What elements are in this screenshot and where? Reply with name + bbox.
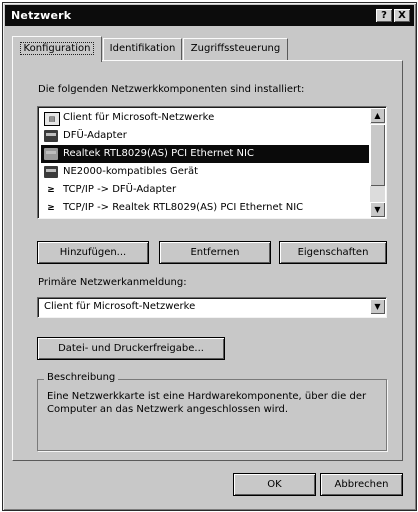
primary-logon-value: Client für Microsoft-Netzwerke [44, 301, 196, 312]
scroll-down-icon[interactable]: ▼ [370, 202, 385, 217]
list-item-label: Client für Microsoft-Netzwerke [63, 112, 215, 123]
file-printer-sharing-button[interactable]: Datei- und Druckerfreigabe... [37, 337, 225, 360]
tab-konfiguration[interactable]: Konfiguration [12, 36, 102, 62]
tab-zugriffssteuerung[interactable]: Zugriffssteuerung [183, 38, 288, 61]
properties-button[interactable]: Eigenschaften [279, 241, 387, 264]
network-card-icon [44, 166, 58, 178]
remove-button[interactable]: Entfernen [159, 241, 271, 264]
ok-button[interactable]: OK [233, 473, 316, 496]
cancel-button[interactable]: Abbrechen [320, 473, 403, 496]
protocol-icon: ≥ [47, 203, 55, 213]
protocol-icon: ≥ [47, 185, 55, 195]
list-item[interactable]: DFÜ-Adapter [41, 127, 369, 145]
description-legend: Beschreibung [44, 372, 119, 383]
tab-label: Konfiguration [19, 42, 95, 55]
list-item-selected[interactable]: Realtek RTL8029(AS) PCI Ethernet NIC [41, 145, 369, 163]
help-button[interactable]: ? [376, 9, 392, 22]
primary-logon-label: Primäre Netzwerkanmeldung: [38, 277, 187, 288]
primary-logon-select[interactable]: Client für Microsoft-Netzwerke ▼ [37, 297, 387, 318]
scroll-thumb[interactable] [370, 124, 385, 186]
list-item-label: DFÜ-Adapter [63, 130, 127, 141]
list-item[interactable]: ≥ TCP/IP -> Realtek RTL8029(AS) PCI Ethe… [41, 199, 369, 217]
list-item[interactable]: ▤ Client für Microsoft-Netzwerke [41, 109, 369, 127]
close-button[interactable]: X [394, 9, 410, 22]
scroll-up-icon[interactable]: ▲ [370, 108, 385, 123]
window-title: Netzwerk [11, 9, 72, 22]
list-scrollbar[interactable]: ▲ ▼ [370, 108, 385, 217]
list-item-label: TCP/IP -> DFÜ-Adapter [63, 184, 177, 195]
tab-label: Identifikation [109, 43, 176, 54]
title-bar[interactable]: Netzwerk ? X [5, 5, 414, 26]
network-card-icon [44, 130, 58, 142]
description-text: Eine Netzwerkkarte ist eine Hardwarekomp… [47, 391, 367, 415]
components-list[interactable]: ▤ Client für Microsoft-Netzwerke DFÜ-Ada… [37, 106, 387, 219]
tab-label: Zugriffssteuerung [190, 43, 281, 54]
add-button[interactable]: Hinzufügen... [37, 241, 149, 264]
list-item-label: TCP/IP -> Realtek RTL8029(AS) PCI Ethern… [63, 202, 304, 213]
list-item-label: Realtek RTL8029(AS) PCI Ethernet NIC [63, 148, 254, 159]
tab-identifikation[interactable]: Identifikation [103, 38, 182, 61]
network-card-icon [44, 148, 58, 160]
description-group: Beschreibung Eine Netzwerkkarte ist eine… [37, 372, 387, 451]
list-item[interactable]: NE2000-kompatibles Gerät [41, 163, 369, 181]
client-icon: ▤ [44, 112, 60, 126]
chevron-down-icon[interactable]: ▼ [370, 299, 385, 314]
list-item[interactable]: ≥ TCP/IP -> DFÜ-Adapter [41, 181, 369, 199]
components-intro: Die folgenden Netzwerkkomponenten sind i… [38, 84, 305, 95]
list-item-label: NE2000-kompatibles Gerät [63, 166, 199, 177]
